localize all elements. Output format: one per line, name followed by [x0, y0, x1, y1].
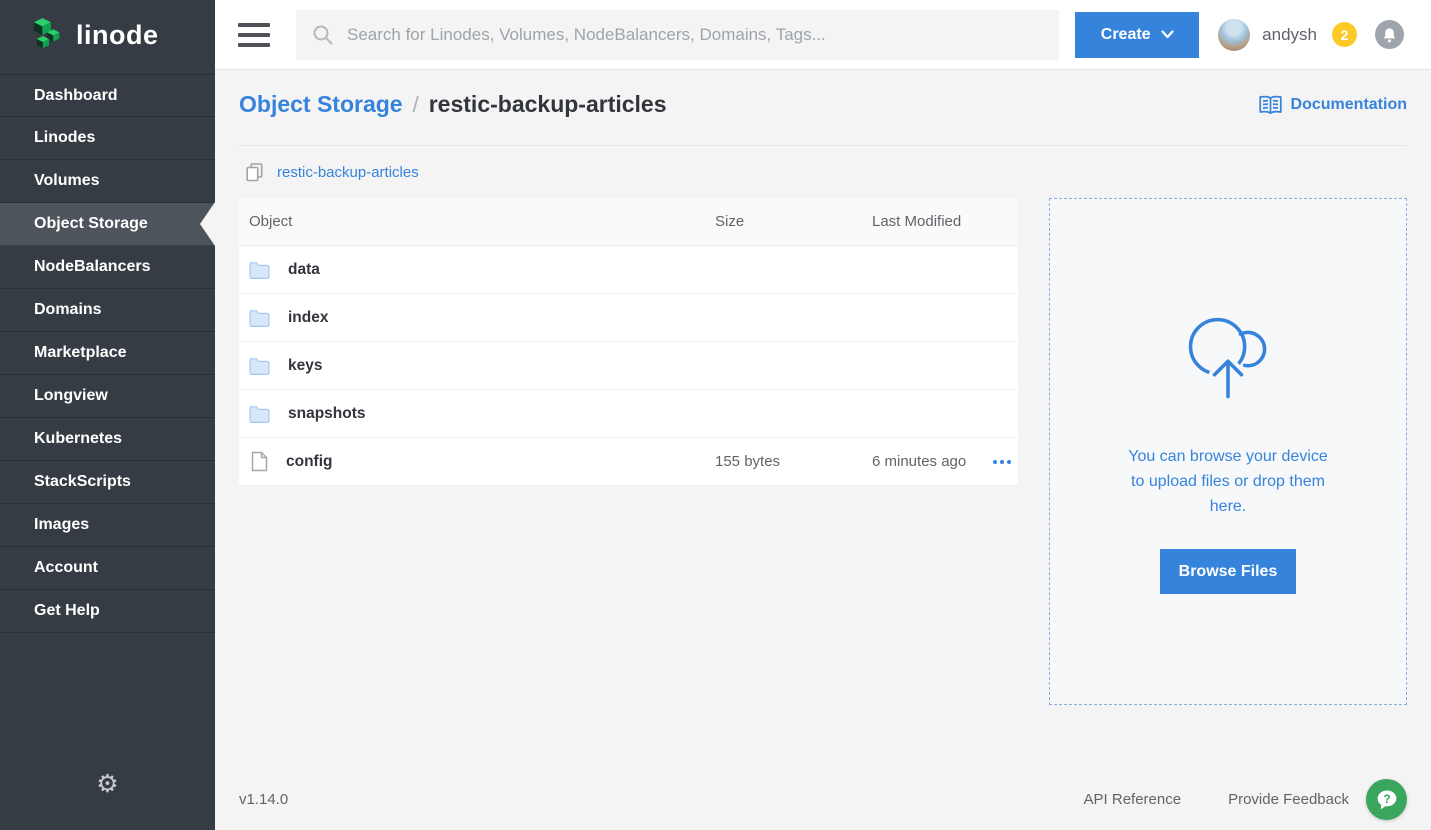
topbar: Create andysh 2	[215, 0, 1431, 70]
sidebar-item-label: Account	[34, 559, 98, 577]
folder-icon	[249, 309, 270, 327]
cloud-upload-icon	[1176, 303, 1280, 412]
sidebar-item-nodebalancers[interactable]: NodeBalancers	[0, 246, 215, 289]
documentation-label: Documentation	[1291, 96, 1407, 114]
table-row-folder-data[interactable]: data	[239, 246, 1018, 294]
column-header-size: Size	[715, 213, 872, 230]
linode-logo-icon	[32, 16, 66, 54]
object-name: data	[288, 261, 320, 279]
sidebar-item-volumes[interactable]: Volumes	[0, 160, 215, 203]
sidebar-item-object-storage[interactable]: Object Storage	[0, 203, 215, 246]
bucket-path-row: restic-backup-articles	[239, 163, 1407, 182]
help-chat-icon[interactable]: ?	[1366, 779, 1407, 820]
sidebar-item-label: Kubernetes	[34, 430, 122, 448]
sidebar-item-label: Object Storage	[34, 215, 148, 233]
version-label[interactable]: v1.14.0	[239, 791, 288, 808]
gear-icon[interactable]: ⚙	[0, 771, 215, 796]
sidebar-item-stackscripts[interactable]: StackScripts	[0, 461, 215, 504]
sidebar-item-marketplace[interactable]: Marketplace	[0, 332, 215, 375]
table-row-file-config[interactable]: config 155 bytes 6 minutes ago	[239, 438, 1018, 486]
table-header-row: Object Size Last Modified	[239, 198, 1018, 246]
provide-feedback-link[interactable]: Provide Feedback	[1228, 791, 1349, 808]
ellipsis-menu-icon[interactable]	[991, 454, 1013, 470]
menu-icon[interactable]	[238, 23, 270, 47]
chevron-down-icon	[1161, 30, 1174, 39]
global-search	[296, 10, 1059, 60]
sidebar-item-label: Volumes	[34, 172, 100, 190]
sidebar-item-images[interactable]: Images	[0, 504, 215, 547]
file-icon	[251, 451, 268, 472]
header-divider	[239, 145, 1407, 146]
sidebar-item-linodes[interactable]: Linodes	[0, 117, 215, 160]
main-content: Object Storage / restic-backup-articles …	[215, 70, 1431, 830]
breadcrumb-separator: /	[413, 92, 419, 118]
sidebar-item-kubernetes[interactable]: Kubernetes	[0, 418, 215, 461]
upload-dropzone[interactable]: You can browse your device to upload fil…	[1049, 198, 1407, 705]
sidebar-item-account[interactable]: Account	[0, 547, 215, 590]
browse-files-button[interactable]: Browse Files	[1160, 549, 1297, 594]
sidebar-item-label: StackScripts	[34, 473, 131, 491]
folder-icon	[249, 357, 270, 375]
table-row-folder-index[interactable]: index	[239, 294, 1018, 342]
table-row-folder-snapshots[interactable]: snapshots	[239, 390, 1018, 438]
object-table: Object Size Last Modified data	[239, 198, 1018, 705]
documentation-link[interactable]: Documentation	[1258, 95, 1407, 115]
sidebar-item-label: Linodes	[34, 129, 95, 147]
sidebar-item-label: Images	[34, 516, 89, 534]
sidebar-item-get-help[interactable]: Get Help	[0, 590, 215, 633]
api-reference-link[interactable]: API Reference	[1084, 791, 1182, 808]
page-title: restic-backup-articles	[429, 91, 667, 118]
sidebar-item-label: Marketplace	[34, 344, 127, 362]
sidebar-item-domains[interactable]: Domains	[0, 289, 215, 332]
sidebar-item-label: Dashboard	[34, 87, 118, 105]
create-button[interactable]: Create	[1075, 12, 1199, 58]
object-modified: 6 minutes ago	[872, 453, 985, 470]
svg-text:?: ?	[1383, 791, 1390, 805]
username[interactable]: andysh	[1262, 25, 1317, 45]
sidebar-nav: Dashboard Linodes Volumes Object Storage…	[0, 74, 215, 633]
sidebar-item-label: NodeBalancers	[34, 258, 151, 276]
create-button-label: Create	[1101, 26, 1151, 44]
copy-icon[interactable]	[246, 163, 263, 182]
avatar[interactable]	[1218, 19, 1250, 51]
object-name: keys	[288, 357, 322, 375]
column-header-last-modified: Last Modified	[872, 213, 985, 230]
object-name: snapshots	[288, 405, 366, 423]
column-header-object: Object	[239, 213, 715, 230]
brand-name: linode	[76, 20, 159, 51]
sidebar: linode Dashboard Linodes Volumes Object …	[0, 0, 215, 830]
table-row-folder-keys[interactable]: keys	[239, 342, 1018, 390]
book-icon	[1258, 95, 1283, 115]
folder-icon	[249, 261, 270, 279]
notification-count-badge[interactable]: 2	[1332, 22, 1357, 47]
search-input[interactable]	[347, 25, 1043, 45]
folder-icon	[249, 405, 270, 423]
upload-message: You can browse your device to upload fil…	[1121, 444, 1336, 519]
breadcrumb-object-storage-link[interactable]: Object Storage	[239, 91, 403, 118]
sidebar-item-label: Longview	[34, 387, 108, 405]
linode-logo[interactable]: linode	[0, 0, 215, 70]
sidebar-item-dashboard[interactable]: Dashboard	[0, 74, 215, 117]
sidebar-item-label: Get Help	[34, 602, 100, 620]
object-name: config	[286, 453, 333, 471]
bell-icon[interactable]	[1375, 20, 1404, 49]
object-name: index	[288, 309, 328, 327]
breadcrumb: Object Storage / restic-backup-articles	[239, 91, 667, 118]
search-icon	[312, 24, 334, 46]
sidebar-item-label: Domains	[34, 301, 102, 319]
object-size: 155 bytes	[715, 453, 872, 470]
bucket-breadcrumb-link[interactable]: restic-backup-articles	[277, 164, 419, 181]
footer: v1.14.0 API Reference Provide Feedback ?	[239, 779, 1407, 820]
sidebar-item-longview[interactable]: Longview	[0, 375, 215, 418]
